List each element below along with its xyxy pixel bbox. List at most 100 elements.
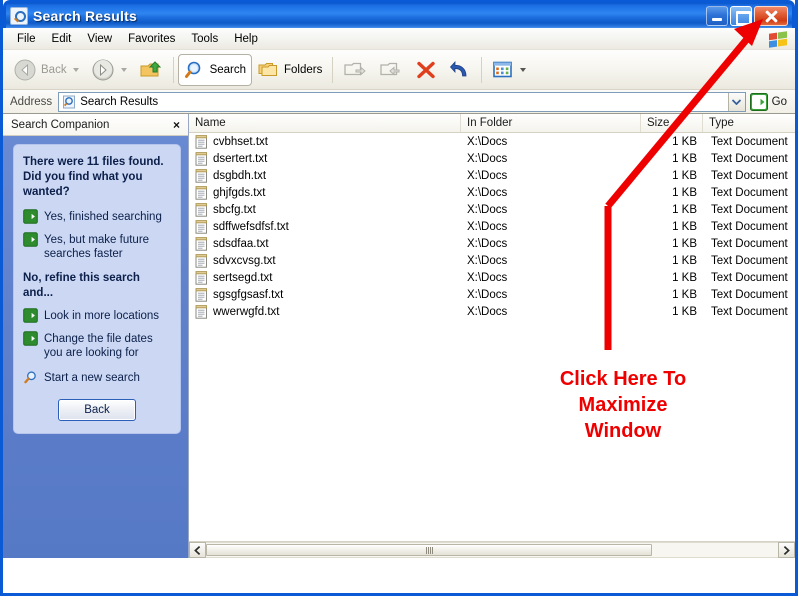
menu-item-favorites[interactable]: Favorites <box>120 31 183 47</box>
go-button[interactable]: Go <box>746 92 792 112</box>
address-bar: Address Search Results Go <box>3 90 795 114</box>
text-document-icon <box>195 236 207 251</box>
link-yes-finished-searching[interactable]: Yes, finished searching <box>23 209 171 224</box>
magnifier-icon <box>24 371 36 384</box>
scrollbar-thumb[interactable] <box>206 544 653 556</box>
file-name-label: sertsegd.txt <box>213 271 273 284</box>
cell-in-folder: X:\Docs <box>467 186 508 199</box>
table-row[interactable]: ghjfgds.txt X:\Docs 1 KB Text Document <box>189 184 795 201</box>
minimize-button[interactable] <box>706 5 728 26</box>
back-button-row: Back <box>23 399 171 421</box>
cell-type: Text Document <box>711 271 788 284</box>
text-document-icon <box>195 219 207 234</box>
table-row[interactable]: sdffwefsdfsf.txt X:\Docs 1 KB Text Document <box>189 218 795 235</box>
cell-type: Text Document <box>711 135 788 148</box>
text-document-icon <box>195 151 207 166</box>
views-button[interactable] <box>486 54 532 86</box>
views-dropdown-caret[interactable] <box>520 67 527 72</box>
scroll-right-button[interactable] <box>778 542 795 558</box>
link-label: Yes, finished searching <box>44 211 162 223</box>
cell-in-folder: X:\Docs <box>467 220 508 233</box>
undo-button[interactable] <box>443 54 477 86</box>
green-arrow-icon <box>23 308 38 323</box>
cell-in-folder: X:\Docs <box>467 135 508 148</box>
cell-type: Text Document <box>711 305 788 318</box>
results-list-pane: Name In Folder Size Type cvbhset.txt X:\D… <box>189 114 795 558</box>
menu-item-file[interactable]: File <box>9 31 44 47</box>
file-name-label: ghjfgds.txt <box>213 186 266 199</box>
menu-item-edit[interactable]: Edit <box>44 31 80 47</box>
search-button[interactable]: Search <box>177 53 253 86</box>
search-document-icon <box>10 6 28 25</box>
address-value: Search Results <box>80 95 159 108</box>
link-look-in-more-locations[interactable]: Look in more locations <box>23 308 171 323</box>
cell-in-folder: X:\Docs <box>467 152 508 165</box>
cell-type: Text Document <box>711 237 788 250</box>
scroll-left-button[interactable] <box>189 542 206 558</box>
move-to-button[interactable] <box>337 54 373 86</box>
text-document-icon <box>195 168 207 183</box>
file-name-label: wwerwgfd.txt <box>213 305 280 318</box>
cell-in-folder: X:\Docs <box>467 271 508 284</box>
forward-dropdown-caret[interactable] <box>120 67 127 72</box>
file-name-label: sbcfg.txt <box>213 203 256 216</box>
address-input[interactable]: Search Results <box>58 91 746 112</box>
file-name-label: sdvxcvsg.txt <box>213 254 276 267</box>
maximize-button[interactable] <box>730 5 752 26</box>
search-result-headline: There were 11 files found. Did you find … <box>23 156 164 198</box>
cell-size: 1 KB <box>672 237 697 250</box>
text-document-icon <box>195 287 207 302</box>
back-button[interactable]: Back <box>7 54 85 86</box>
companion-back-button[interactable]: Back <box>58 399 136 421</box>
table-row[interactable]: sgsgfgsasf.txt X:\Docs 1 KB Text Document <box>189 286 795 303</box>
link-yes-faster-searches[interactable]: Yes, but make future searches faster <box>23 232 171 261</box>
table-row[interactable]: wwerwgfd.txt X:\Docs 1 KB Text Document <box>189 303 795 320</box>
cell-name: sdvxcvsg.txt <box>189 253 461 268</box>
menu-item-tools[interactable]: Tools <box>183 31 226 47</box>
refine-search-subheading: No, refine this search and... <box>23 272 140 299</box>
folders-button[interactable]: Folders <box>252 54 328 86</box>
copy-to-button[interactable] <box>373 54 409 86</box>
close-icon[interactable]: × <box>169 118 184 132</box>
table-row[interactable]: dsgbdh.txt X:\Docs 1 KB Text Document <box>189 167 795 184</box>
cell-name: ghjfgds.txt <box>189 185 461 200</box>
text-document-icon <box>195 202 207 217</box>
column-header-name[interactable]: Name <box>189 114 461 132</box>
column-header-in-folder[interactable]: In Folder <box>461 114 641 132</box>
table-row[interactable]: sdvxcvsg.txt X:\Docs 1 KB Text Document <box>189 252 795 269</box>
cell-in-folder: X:\Docs <box>467 254 508 267</box>
table-row[interactable]: sdsdfaa.txt X:\Docs 1 KB Text Document <box>189 235 795 252</box>
chevron-left-icon <box>194 545 201 555</box>
green-arrow-icon <box>749 92 768 111</box>
link-change-file-dates[interactable]: Change the file dates you are looking fo… <box>23 331 171 360</box>
column-header-type[interactable]: Type <box>703 114 795 132</box>
green-arrow-icon <box>23 331 38 346</box>
horizontal-scrollbar[interactable] <box>189 541 795 558</box>
delete-button[interactable] <box>409 54 443 86</box>
link-label: Yes, but make future searches faster <box>44 234 150 260</box>
table-row[interactable]: sbcfg.txt X:\Docs 1 KB Text Document <box>189 201 795 218</box>
table-row[interactable]: sertsegd.txt X:\Docs 1 KB Text Document <box>189 269 795 286</box>
link-label: Change the file dates you are looking fo… <box>44 333 153 359</box>
cell-size: 1 KB <box>672 152 697 165</box>
scrollbar-track[interactable] <box>206 542 778 558</box>
text-document-icon <box>195 304 207 319</box>
menu-item-help[interactable]: Help <box>226 31 266 47</box>
back-dropdown-caret[interactable] <box>72 67 79 72</box>
link-start-new-search[interactable]: Start a new search <box>23 370 171 385</box>
cell-type: Text Document <box>711 254 788 267</box>
table-row[interactable]: cvbhset.txt X:\Docs 1 KB Text Document <box>189 133 795 150</box>
close-button[interactable] <box>754 5 788 26</box>
cell-size: 1 KB <box>672 271 697 284</box>
forward-button[interactable] <box>85 54 133 86</box>
address-dropdown-button[interactable] <box>727 92 745 111</box>
table-row[interactable]: dsertert.txt X:\Docs 1 KB Text Document <box>189 150 795 167</box>
cell-name: sbcfg.txt <box>189 202 461 217</box>
file-name-label: cvbhset.txt <box>213 135 268 148</box>
cell-in-folder: X:\Docs <box>467 288 508 301</box>
column-header-size[interactable]: Size <box>641 114 703 132</box>
text-document-icon <box>195 185 207 200</box>
text-document-icon <box>195 134 207 149</box>
up-button[interactable] <box>133 54 169 86</box>
menu-item-view[interactable]: View <box>79 31 120 47</box>
